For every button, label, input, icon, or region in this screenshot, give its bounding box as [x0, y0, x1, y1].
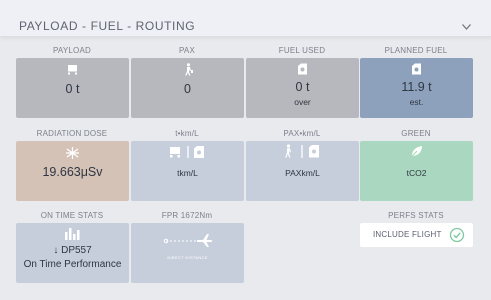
- payload-fuel-icon: [170, 146, 204, 158]
- pax-value: 0: [184, 82, 191, 96]
- section-header[interactable]: PAYLOAD - FUEL - ROUTING: [0, 0, 491, 37]
- t-km-l-tile[interactable]: tkm/L: [131, 141, 244, 201]
- radiation-dose-label: RADIATION DOSE: [36, 129, 108, 138]
- radiation-dose-value: 19.663μSv: [42, 165, 103, 179]
- fpr-label: FPR 1672Nm: [161, 211, 213, 220]
- fuel-used-tile[interactable]: 0 t over: [246, 58, 359, 118]
- perfs-stats-label: PERFS STATS: [388, 211, 444, 220]
- pax-label: PAX: [178, 46, 195, 55]
- planned-fuel-sub: est.: [409, 97, 424, 107]
- planned-fuel-value: 11.9 t: [401, 80, 432, 94]
- pax-km-l-label: PAX•km/L: [283, 129, 321, 138]
- green-tile[interactable]: tCO2: [360, 141, 473, 201]
- green-label: GREEN: [401, 129, 431, 138]
- fpr-tile[interactable]: DIRECT DISTANCE: [131, 223, 244, 283]
- fpr-caption: DIRECT DISTANCE: [167, 255, 208, 260]
- radiation-icon: [66, 147, 79, 159]
- t-km-l-value: tkm/L: [177, 168, 198, 178]
- on-time-stats-tile[interactable]: ↓ DP557 On Time Performance: [16, 223, 129, 283]
- payload-value: 0 t: [65, 82, 80, 96]
- fuel-used-sub: over: [294, 97, 311, 107]
- chevron-down-icon[interactable]: [462, 24, 471, 30]
- include-flight-label: INCLUDE FLIGHT: [373, 230, 442, 239]
- airplane-route-icon: [163, 234, 213, 247]
- fuel-used-label: FUEL USED: [278, 46, 326, 55]
- fuel-used-value: 0 t: [295, 80, 310, 94]
- green-value: tCO2: [406, 168, 427, 178]
- planned-fuel-label: PLANNED FUEL: [384, 46, 448, 55]
- pax-km-l-tile[interactable]: PAXkm/L: [246, 141, 359, 201]
- check-circle-icon: [449, 227, 465, 243]
- on-time-flight: ↓ DP557: [53, 245, 92, 256]
- on-time-performance-value: On Time Performance: [23, 259, 122, 270]
- payload-label: PAYLOAD: [52, 46, 91, 55]
- section-title: PAYLOAD - FUEL - ROUTING: [19, 19, 196, 33]
- pax-tile[interactable]: 0: [131, 58, 244, 118]
- payload-tile[interactable]: 0 t: [16, 58, 129, 118]
- radiation-dose-tile[interactable]: 19.663μSv: [16, 141, 129, 201]
- on-time-stats-label: ON TIME STATS: [40, 211, 104, 220]
- fuel-icon: [298, 63, 307, 75]
- planned-fuel-tile[interactable]: 11.9 t est.: [360, 58, 473, 118]
- leaf-icon: [410, 146, 422, 158]
- fuel-icon: [412, 63, 421, 75]
- bar-chart-icon: [65, 228, 80, 240]
- pax-km-l-value: PAXkm/L: [285, 168, 320, 178]
- passenger-icon: [185, 63, 193, 76]
- t-km-l-label: t•km/L: [175, 129, 199, 138]
- payload-icon: [68, 65, 77, 75]
- include-flight-button[interactable]: INCLUDE FLIGHT: [360, 223, 473, 247]
- passenger-fuel-icon: [285, 144, 319, 158]
